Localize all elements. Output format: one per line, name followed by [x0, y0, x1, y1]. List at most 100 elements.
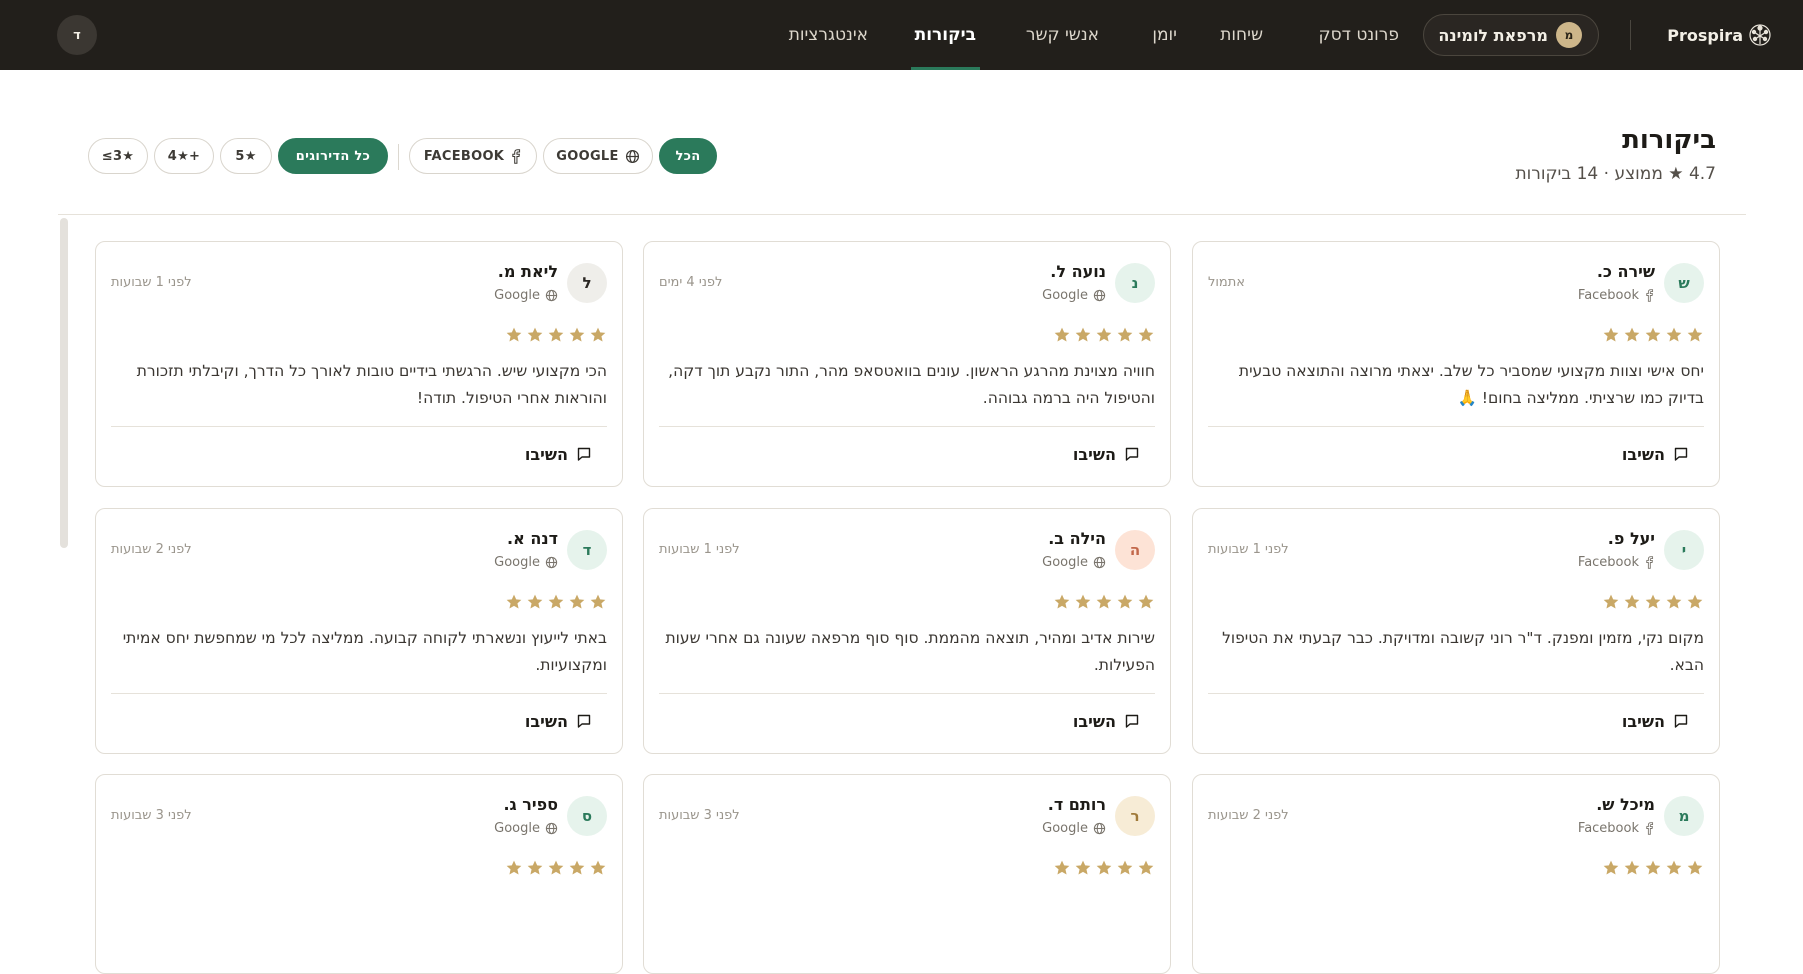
- comment-icon: [577, 714, 591, 728]
- card-divider: [659, 426, 1155, 427]
- rating-stars: [1602, 593, 1704, 611]
- reply-button[interactable]: השיבו: [525, 710, 592, 732]
- review-time: לפני 4 ימים: [659, 275, 723, 290]
- filter-rating-all[interactable]: כל הדירוגים: [278, 138, 388, 174]
- star-icon: [1624, 327, 1640, 342]
- reply-label: השיבו: [1621, 444, 1665, 464]
- star-icon: [1075, 594, 1091, 609]
- rating-stars: [505, 326, 607, 344]
- globe-icon: [1093, 289, 1106, 302]
- filter-label: FACEBOOK: [423, 148, 505, 164]
- reply-button[interactable]: השיבו: [1073, 710, 1140, 732]
- rating-stars: [1602, 859, 1704, 877]
- reply-label: השיבו: [1072, 444, 1116, 464]
- card-divider: [111, 426, 607, 427]
- brand-logo[interactable]: Prospira: [1667, 20, 1773, 50]
- clinic-name: מרפאת לומינה: [1438, 25, 1548, 45]
- star-icon: [506, 860, 522, 875]
- review-card: י יעל פ. Facebook לפני 1 שבועות מקום נקי, מז…: [1192, 508, 1720, 754]
- review-source: Facebook: [1578, 288, 1655, 303]
- filter-rating-4-plus[interactable]: 4★+: [154, 138, 214, 174]
- star-icon: [1054, 860, 1070, 875]
- review-card: ש שירה כ. Facebook אתמול יחס אישי וצוות מקצו…: [1192, 241, 1720, 487]
- star-icon: [1138, 594, 1154, 609]
- comment-icon: [1674, 714, 1688, 728]
- globe-icon: [545, 289, 558, 302]
- star-icon: [1117, 594, 1133, 609]
- nav-conversations[interactable]: שיחות: [1220, 0, 1263, 70]
- review-source-label: Facebook: [1577, 288, 1639, 303]
- brand-tree-icon: [1749, 24, 1771, 46]
- filter-label: 4★+: [167, 148, 201, 164]
- filter-source-all[interactable]: הכל: [659, 138, 717, 174]
- nav-reviews[interactable]: ביקורות: [910, 0, 981, 70]
- nav-front-desk[interactable]: פרונט דסק: [1319, 0, 1399, 70]
- filter-source-facebook[interactable]: FACEBOOK: [409, 138, 537, 174]
- reviewer-name: נועה ל.: [1050, 262, 1106, 281]
- star-icon: [1138, 327, 1154, 342]
- star-icon: [1117, 327, 1133, 342]
- review-time: לפני 1 שבועות: [111, 275, 192, 290]
- reply-button[interactable]: השיבו: [1622, 443, 1689, 465]
- brand-divider: [1630, 20, 1631, 50]
- star-icon: [590, 327, 606, 342]
- reviewer-avatar: ל: [567, 263, 607, 303]
- filter-source-google[interactable]: GOOGLE: [543, 138, 653, 174]
- review-card: ה הילה ב. Google לפני 1 שבועות שירות אדיב ומ…: [643, 508, 1171, 754]
- reply-button[interactable]: השיבו: [1622, 710, 1689, 732]
- star-icon: [1075, 327, 1091, 342]
- reviewer-avatar: ס: [567, 796, 607, 836]
- reviewer-avatar: ד: [567, 530, 607, 570]
- reviewer-name: ליאת מ.: [497, 262, 558, 281]
- reviewer-name: ספיר ג.: [503, 795, 558, 814]
- filter-label: כל הדירוגים: [295, 148, 371, 164]
- review-source-label: Google: [1042, 555, 1088, 570]
- filter-rating-3-or-less[interactable]: ≤3★: [88, 138, 148, 174]
- scrollbar[interactable]: [60, 218, 68, 548]
- reply-button[interactable]: השיבו: [525, 443, 592, 465]
- review-time: לפני 1 שבועות: [1208, 542, 1289, 557]
- star-icon: [548, 327, 564, 342]
- review-time: לפני 2 שבועות: [111, 542, 192, 557]
- nav-integrations[interactable]: אינטגרציות: [789, 0, 868, 70]
- reviewer-name: הילה ב.: [1048, 529, 1106, 548]
- brand-name: Prospira: [1667, 25, 1743, 45]
- review-time: לפני 3 שבועות: [659, 808, 740, 823]
- star-icon: [1603, 594, 1619, 609]
- rating-stars: [1053, 859, 1155, 877]
- comment-icon: [577, 447, 591, 461]
- star-icon: [1096, 594, 1112, 609]
- star-icon: [1054, 327, 1070, 342]
- nav-contacts[interactable]: אנשי קשר: [1026, 0, 1099, 70]
- review-text: באתי לייעוץ ונשארתי לקוחה קבועה. ממליצה …: [122, 629, 607, 674]
- review-card: ד דנה א. Google לפני 2 שבועות באתי לייעוץ ונ…: [95, 508, 623, 754]
- star-icon: [1138, 860, 1154, 875]
- star-icon: [1624, 860, 1640, 875]
- top-navigation-bar: Prospira מ מרפאת לומינה פרונט דסק שיחות …: [0, 0, 1803, 70]
- review-card: ס ספיר ג. Google לפני 3 שבועות: [95, 774, 623, 974]
- rating-stars: [1053, 593, 1155, 611]
- nav-calendar[interactable]: יומן: [1152, 0, 1177, 70]
- review-source-label: Google: [494, 288, 540, 303]
- filter-label: ≤3★: [101, 148, 135, 164]
- clinic-switcher[interactable]: מ מרפאת לומינה: [1423, 14, 1599, 56]
- review-source-label: Google: [494, 555, 540, 570]
- review-card: מ מיכל ש. Facebook לפני 2 שבועות: [1192, 774, 1720, 974]
- facebook-icon: [1646, 822, 1654, 835]
- review-source: Google: [1042, 555, 1106, 570]
- review-text: יחס אישי וצוות מקצועי שמסביר כל שלב. יצא…: [1238, 362, 1704, 407]
- review-source-label: Google: [494, 821, 540, 836]
- star-icon: [1624, 594, 1640, 609]
- filter-rating-5[interactable]: 5★: [220, 138, 272, 174]
- reply-button[interactable]: השיבו: [1073, 443, 1140, 465]
- clinic-badge: מ: [1556, 22, 1582, 48]
- star-icon: [548, 594, 564, 609]
- card-divider: [1208, 693, 1704, 694]
- review-source: Facebook: [1578, 821, 1655, 836]
- page-title: ביקורות: [1622, 125, 1716, 155]
- reviewer-name: מיכל ש.: [1596, 795, 1655, 814]
- review-card: ר רותם ד. Google לפני 3 שבועות: [643, 774, 1171, 974]
- star-icon: [569, 860, 585, 875]
- review-time: לפני 1 שבועות: [659, 542, 740, 557]
- user-avatar[interactable]: ד: [57, 15, 97, 55]
